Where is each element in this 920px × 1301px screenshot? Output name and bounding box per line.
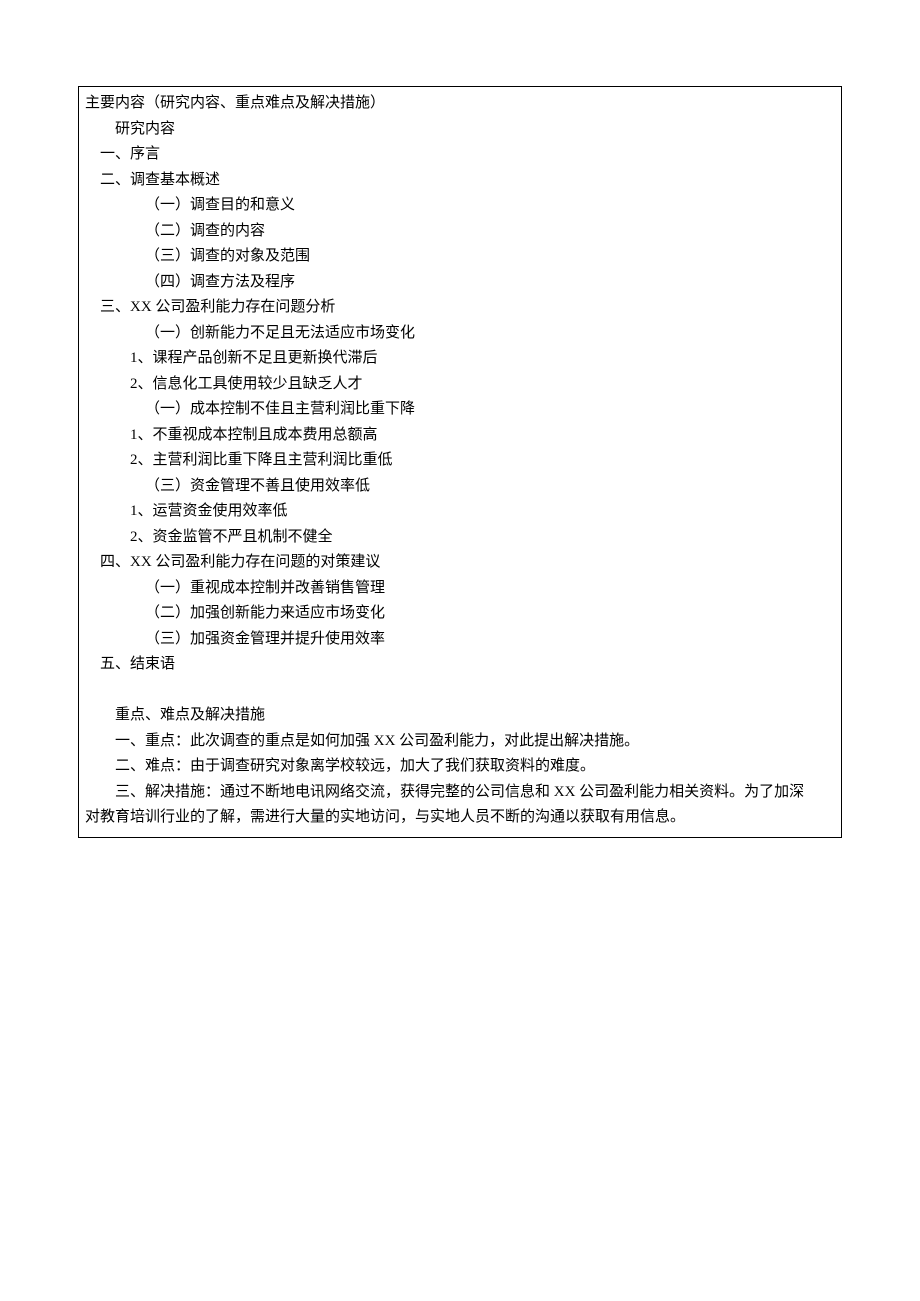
section-3-c-2: 2、资金监管不严且机制不健全 [85, 525, 835, 551]
difficulty-3-line2: 对教育培训行业的了解，需进行大量的实地访问，与实地人员不断的沟通以获取有用信息。 [85, 805, 835, 831]
section-3: 三、XX 公司盈利能力存在问题分析 [85, 295, 835, 321]
section-3-c: （三）资金管理不善且使用效率低 [85, 474, 835, 500]
difficulty-1: 一、重点：此次调查的重点是如何加强 XX 公司盈利能力，对此提出解决措施。 [85, 729, 835, 755]
section-2-3: （三）调查的对象及范围 [85, 244, 835, 270]
section-3-b: （一）成本控制不佳且主营利润比重下降 [85, 397, 835, 423]
section-3-b-1: 1、不重视成本控制且成本费用总额高 [85, 423, 835, 449]
section-4-3: （三）加强资金管理并提升使用效率 [85, 627, 835, 653]
section-3-a-2: 2、信息化工具使用较少且缺乏人才 [85, 372, 835, 398]
section-5: 五、结束语 [85, 652, 835, 678]
document-page: 主要内容（研究内容、重点难点及解决措施） 研究内容 一、序言 二、调查基本概述 … [0, 0, 920, 838]
section-4-2: （二）加强创新能力来适应市场变化 [85, 601, 835, 627]
section-3-a-1: 1、课程产品创新不足且更新换代滞后 [85, 346, 835, 372]
section-3-b-2: 2、主营利润比重下降且主营利润比重低 [85, 448, 835, 474]
difficulty-2: 二、难点：由于调查研究对象离学校较远，加大了我们获取资料的难度。 [85, 754, 835, 780]
section-2: 二、调查基本概述 [85, 168, 835, 194]
heading-research-content: 研究内容 [85, 117, 835, 143]
section-4: 四、XX 公司盈利能力存在问题的对策建议 [85, 550, 835, 576]
section-4-1: （一）重视成本控制并改善销售管理 [85, 576, 835, 602]
section-2-1: （一）调查目的和意义 [85, 193, 835, 219]
spacer [85, 678, 835, 704]
section-3-c-1: 1、运营资金使用效率低 [85, 499, 835, 525]
outline-box: 主要内容（研究内容、重点难点及解决措施） 研究内容 一、序言 二、调查基本概述 … [78, 86, 842, 838]
difficulty-3-line1: 三、解决措施：通过不断地电讯网络交流，获得完整的公司信息和 XX 公司盈利能力相… [85, 780, 835, 806]
box-title: 主要内容（研究内容、重点难点及解决措施） [85, 91, 835, 117]
section-2-2: （二）调查的内容 [85, 219, 835, 245]
heading-difficulties: 重点、难点及解决措施 [85, 703, 835, 729]
section-2-4: （四）调查方法及程序 [85, 270, 835, 296]
section-1: 一、序言 [85, 142, 835, 168]
section-3-a: （一）创新能力不足且无法适应市场变化 [85, 321, 835, 347]
